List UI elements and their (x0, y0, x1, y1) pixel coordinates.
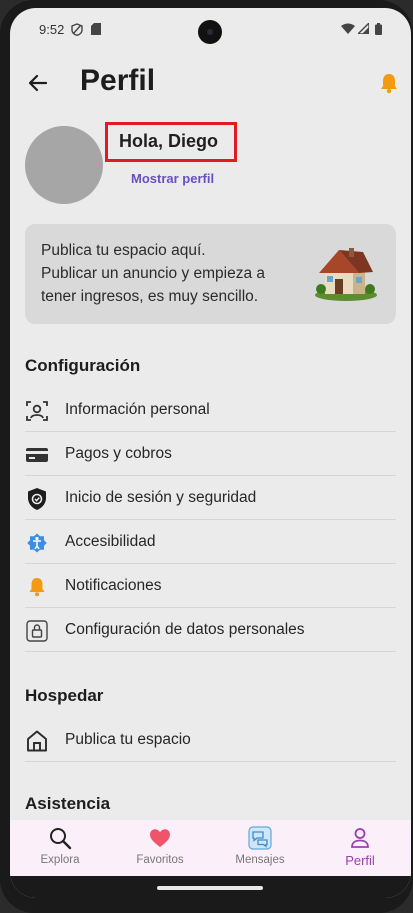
battery-icon (375, 23, 382, 35)
nav-favorites[interactable]: Favoritos (110, 820, 210, 876)
promo-line: Publica tu espacio aquí. (41, 242, 206, 259)
user-id-icon (26, 401, 48, 421)
nav-profile[interactable]: Perfil (310, 820, 410, 876)
row-label: Configuración de datos personales (65, 621, 305, 638)
phone-frame: 9:52 Perfil Hola, Diego Mostrar perfil P… (0, 0, 413, 913)
row-label: Inicio de sesión y seguridad (65, 489, 257, 506)
nav-label: Favoritos (136, 854, 184, 866)
page-title: Perfil (80, 64, 156, 97)
lock-icon (26, 620, 48, 642)
screen: 9:52 Perfil Hola, Diego Mostrar perfil P… (10, 8, 411, 898)
shield-status-icon (71, 23, 83, 36)
front-camera (198, 20, 222, 44)
shield-icon (28, 488, 46, 510)
sd-card-icon (91, 23, 101, 35)
house-icon (27, 730, 47, 752)
settings-item-payments[interactable]: Pagos y cobros (25, 432, 396, 476)
row-label: Accesibilidad (65, 533, 156, 550)
person-icon (351, 828, 369, 848)
search-icon (50, 828, 72, 850)
status-time: 9:52 (39, 22, 65, 37)
back-arrow-icon[interactable] (25, 70, 51, 96)
nav-label: Mensajes (235, 854, 285, 866)
row-label: Información personal (65, 401, 210, 418)
settings-item-personal-info[interactable]: Información personal (25, 388, 396, 432)
settings-section-title: Configuración (25, 356, 141, 375)
home-gesture-bar[interactable] (157, 886, 263, 890)
settings-item-login-security[interactable]: Inicio de sesión y seguridad (25, 476, 396, 520)
bell-icon (29, 578, 45, 597)
chat-icon (248, 826, 272, 850)
nav-messages[interactable]: Mensajes (210, 820, 310, 876)
divider (25, 761, 396, 762)
signal-icon (358, 23, 369, 34)
heart-icon (150, 829, 170, 847)
greeting: Hola, Diego (119, 131, 219, 151)
row-label: Pagos y cobros (65, 445, 172, 462)
promo-line: Publicar un anuncio y empieza a (41, 265, 266, 282)
promo-line: tener ingresos, es muy sencillo. (41, 288, 259, 305)
bottom-nav: Explora Favoritos Mensajes Perfil (10, 820, 411, 876)
nav-label: Perfil (345, 853, 375, 868)
settings-item-accessibility[interactable]: Accesibilidad (25, 520, 396, 564)
hosting-section-title: Hospedar (25, 686, 104, 705)
avatar[interactable] (25, 126, 103, 204)
show-profile-link[interactable]: Mostrar perfil (131, 171, 214, 186)
nav-explore[interactable]: Explora (10, 820, 110, 876)
support-section-title: Asistencia (25, 794, 111, 813)
row-label: Publica tu espacio (65, 731, 191, 748)
house-illustration (315, 248, 377, 301)
settings-item-notifications[interactable]: Notificaciones (25, 564, 396, 608)
publish-space-card[interactable]: Publica tu espacio aquí. Publicar un anu… (25, 224, 396, 324)
hosting-item-publish[interactable]: Publica tu espacio (25, 718, 396, 762)
nav-label: Explora (40, 854, 80, 866)
settings-item-personal-data[interactable]: Configuración de datos personales (25, 608, 396, 652)
status-bar: 9:52 (10, 8, 411, 54)
accessibility-icon (27, 533, 47, 553)
divider (25, 651, 396, 652)
wifi-icon (341, 23, 355, 34)
credit-card-icon (26, 448, 48, 462)
notification-bell-icon[interactable] (378, 72, 400, 94)
row-label: Notificaciones (65, 577, 162, 594)
